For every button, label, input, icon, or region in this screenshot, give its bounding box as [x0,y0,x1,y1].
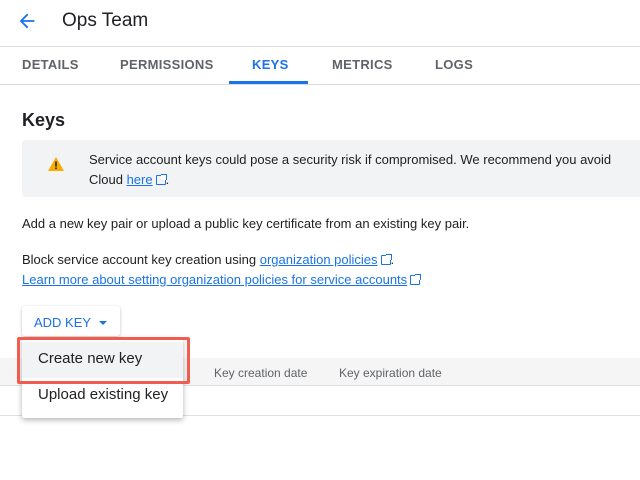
external-link-icon [380,254,392,265]
add-key-menu: Create new key Upload existing key [22,338,183,418]
block-label: Block service account key creation using [22,252,260,267]
info-text: Add a new key pair or upload a public ke… [22,216,470,231]
external-link-icon [155,174,167,185]
column-key-expiration-date: Key expiration date [339,366,442,380]
tab-details[interactable]: DETAILS [22,57,79,72]
external-link-icon [410,274,422,285]
menu-item-create-new-key[interactable]: Create new key [22,342,183,378]
tab-metrics[interactable]: METRICS [332,57,393,72]
tab-logs[interactable]: LOGS [435,57,473,72]
divider [0,84,640,85]
back-arrow-icon[interactable] [16,10,38,32]
warning-icon [48,157,64,171]
caret-down-icon [99,321,108,325]
tab-permissions[interactable]: PERMISSIONS [120,57,214,72]
warning-line-2: Cloud [89,172,127,187]
organization-policies-link[interactable]: organization policies [260,252,378,267]
learn-more: Learn more about setting organization po… [22,272,422,287]
page-title: Ops Team [62,10,149,31]
menu-item-upload-existing-key[interactable]: Upload existing key [22,378,183,414]
divider [0,46,640,47]
column-key-creation-date: Key creation date [214,366,308,380]
section-title: Keys [22,110,66,130]
block-text: Block service account key creation using… [22,252,394,267]
add-key-label: ADD KEY [34,315,92,330]
warning-line-1: Service account keys could pose a securi… [89,152,612,167]
warning-text: Service account keys could pose a securi… [89,150,640,190]
add-key-button[interactable]: ADD KEY [22,306,120,336]
learn-more-link[interactable]: Learn more about setting organization po… [22,272,407,287]
tab-keys[interactable]: KEYS [252,57,289,72]
here-link[interactable]: here [127,172,153,187]
